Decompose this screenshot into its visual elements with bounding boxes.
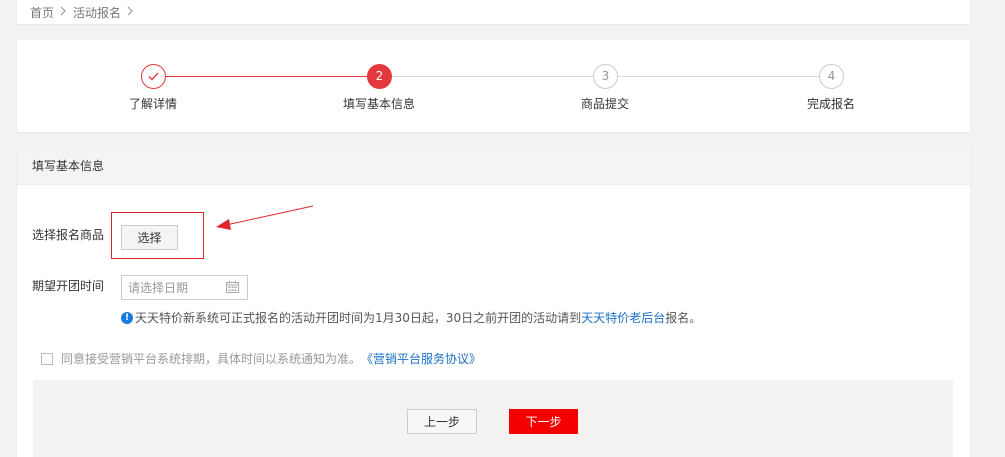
calendar-icon[interactable]: [226, 281, 239, 293]
progress-steps: 2 3 4 了解详情 填写基本信息 商品提交 完成报名: [17, 40, 970, 132]
date-notice: ! 天天特价新系统可正式报名的活动开团时间为1月30日起，30日之前开团的活动请…: [121, 309, 701, 326]
breadcrumb-bar: 首页 活动报名: [17, 0, 970, 24]
prev-step-button[interactable]: 上一步: [407, 409, 477, 434]
date-picker[interactable]: [121, 275, 248, 300]
step-2-circle: 2: [367, 64, 392, 89]
notice-text: 天天特价新系统可正式报名的活动开团时间为1月30日起，30日之前开团的活动请到: [135, 311, 582, 325]
step-connector-3: [618, 76, 819, 77]
breadcrumb-current[interactable]: 活动报名: [73, 4, 121, 21]
agreement-checkbox[interactable]: [41, 352, 53, 365]
product-label: 选择报名商品: [32, 228, 105, 242]
select-product-button[interactable]: 选择: [121, 225, 178, 250]
step-2-label: 填写基本信息: [342, 97, 415, 111]
step-connector-1: [166, 76, 367, 77]
agreement-row: 同意接受营销平台系统排期，具体时间以系统通知为准。 《营销平台服务协议》: [41, 350, 481, 367]
next-step-button[interactable]: 下一步: [509, 409, 578, 434]
notice-suffix: 报名。: [665, 311, 702, 325]
step-4-circle: 4: [819, 64, 844, 89]
step-connector-2: [392, 76, 593, 77]
step-3-circle: 3: [593, 64, 618, 89]
step-3-label: 商品提交: [580, 97, 629, 111]
step-1-circle: [141, 64, 166, 89]
check-icon: [148, 72, 159, 81]
agreement-text: 同意接受营销平台系统排期，具体时间以系统通知为准。: [61, 352, 362, 366]
step-1-label: 了解详情: [128, 97, 177, 111]
breadcrumb-home[interactable]: 首页: [30, 4, 54, 21]
info-icon: !: [121, 311, 133, 324]
service-agreement-link[interactable]: 《营销平台服务协议》: [361, 350, 481, 367]
chevron-right-icon: [60, 6, 67, 19]
old-backend-link[interactable]: 天天特价老后台: [581, 309, 665, 326]
date-input[interactable]: [122, 276, 222, 299]
form-section-title: 填写基本信息: [17, 148, 970, 185]
date-label: 期望开团时间: [32, 279, 105, 293]
breadcrumb: 首页 活动报名: [30, 4, 140, 21]
step-4-label: 完成报名: [806, 97, 855, 111]
basic-info-form: 填写基本信息 选择报名商品 选择 期望开团时间 ! 天天特价新系统可正式报名的活…: [17, 148, 970, 457]
chevron-right-icon: [127, 6, 134, 19]
form-actions: 上一步 下一步: [33, 380, 953, 457]
